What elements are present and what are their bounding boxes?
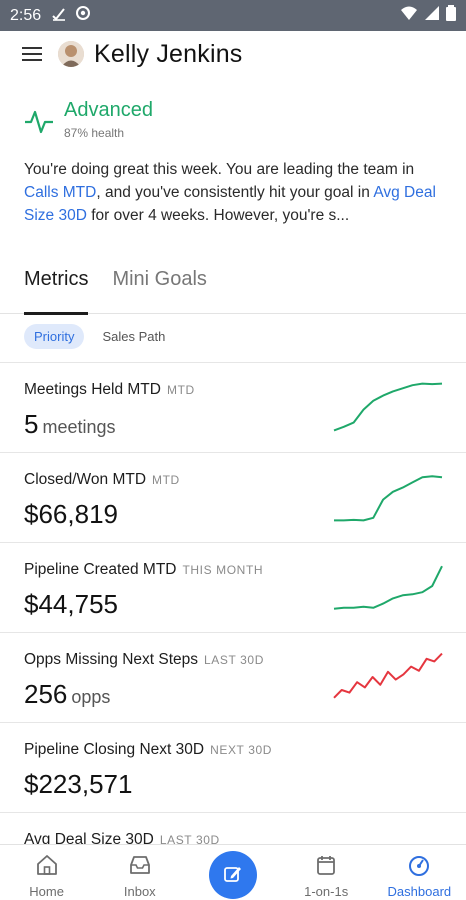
metric-title: Pipeline Closing Next 30D: [24, 741, 205, 758]
performance-summary: You're doing great this week. You are le…: [24, 158, 448, 227]
nav-inbox[interactable]: Inbox: [93, 845, 186, 900]
metric-title: Meetings Held MTD: [24, 381, 161, 398]
metric-period: NEXT 30D: [210, 743, 273, 757]
app-header: Kelly Jenkins: [0, 31, 466, 77]
compose-button[interactable]: [208, 851, 257, 899]
nav-one-on-ones-label: 1-on-1s: [304, 884, 349, 899]
summary-text-3: for over 4 weeks. However, you're s...: [86, 207, 350, 224]
sparkline-path: [334, 475, 443, 522]
metric-value: $223,571: [24, 769, 133, 799]
metric-value: 256: [24, 679, 68, 709]
metric-row[interactable]: Pipeline Created MTD THIS MONTH $44,755: [0, 542, 466, 632]
data-saver-icon: [75, 5, 91, 26]
health-percent: 87% health: [64, 126, 125, 140]
metric-period: LAST 30D: [204, 653, 264, 667]
metric-period: MTD: [152, 473, 180, 487]
metric-value: 5: [24, 409, 39, 439]
chip-priority[interactable]: Priority: [24, 324, 85, 349]
metric-row[interactable]: Pipeline Closing Next 30D NEXT 30D $223,5…: [0, 722, 466, 812]
nav-inbox-label: Inbox: [123, 884, 156, 899]
sparkline-path: [333, 565, 443, 610]
health-summary: Advanced 87% health: [24, 96, 153, 140]
metric-sparkline: [333, 565, 443, 610]
metric-unit: opps: [71, 687, 111, 707]
pulse-icon: [24, 106, 54, 136]
nav-dashboard-label: Dashboard: [387, 884, 452, 899]
metric-sparkline: [333, 382, 443, 432]
status-bar: 2:56: [0, 0, 466, 31]
health-level: Advanced: [64, 99, 153, 121]
metric-period: MTD: [166, 383, 195, 397]
calendar-icon: [314, 853, 338, 880]
summary-text-1: You're doing great this week. You are le…: [24, 161, 415, 178]
metric-title: Pipeline Created MTD: [24, 561, 177, 578]
sparkline-path: [333, 382, 443, 432]
wifi-icon: [400, 5, 418, 26]
tab-mini-goals[interactable]: Mini Goals: [112, 258, 206, 314]
metric-period: THIS MONTH: [182, 563, 264, 577]
nav-home-label: Home: [29, 884, 64, 899]
metric-row[interactable]: Opps Missing Next Steps LAST 30D 256 opps: [0, 632, 466, 722]
metric-sparkline: [333, 652, 443, 699]
menu-icon[interactable]: [20, 42, 44, 66]
nav-home[interactable]: Home: [0, 845, 93, 900]
metric-unit: meetings: [42, 417, 116, 437]
metric-sparkline: [334, 475, 443, 522]
bottom-nav: Home Inbox 1-on-1s Dashboard: [0, 844, 466, 900]
metric-row[interactable]: Meetings Held MTD MTD 5 meetings: [0, 362, 466, 452]
tab-bar: Metrics Mini Goals: [0, 258, 466, 315]
nav-dashboard[interactable]: Dashboard: [373, 845, 466, 900]
nav-compose[interactable]: [186, 845, 279, 900]
sparkline-path: [333, 652, 443, 699]
signal-icon: [424, 5, 440, 26]
chip-sales-path[interactable]: Sales Path: [92, 324, 175, 349]
inbox-icon: [128, 853, 152, 880]
calls-mtd-link[interactable]: Calls MTD: [24, 184, 96, 201]
metric-title: Closed/Won MTD: [24, 471, 147, 488]
dashboard-icon: [407, 853, 431, 880]
nav-one-on-ones[interactable]: 1-on-1s: [280, 845, 373, 900]
home-icon: [35, 853, 59, 880]
metric-row[interactable]: Closed/Won MTD MTD $66,819: [0, 452, 466, 542]
metric-value: $44,755: [24, 589, 118, 619]
filter-chips: Priority Sales Path: [24, 324, 175, 349]
download-done-icon: [51, 5, 67, 26]
metric-sparkline: [330, 737, 446, 797]
edit-icon: [223, 864, 243, 887]
summary-text-2: , and you've consistently hit your goal …: [96, 184, 374, 201]
page-title: Kelly Jenkins: [94, 39, 243, 68]
avatar[interactable]: [58, 41, 84, 67]
tab-metrics[interactable]: Metrics: [24, 258, 89, 315]
status-time: 2:56: [10, 6, 42, 24]
battery-icon: [446, 5, 456, 26]
metric-title: Opps Missing Next Steps: [24, 651, 199, 668]
metric-value: $66,819: [24, 499, 118, 529]
